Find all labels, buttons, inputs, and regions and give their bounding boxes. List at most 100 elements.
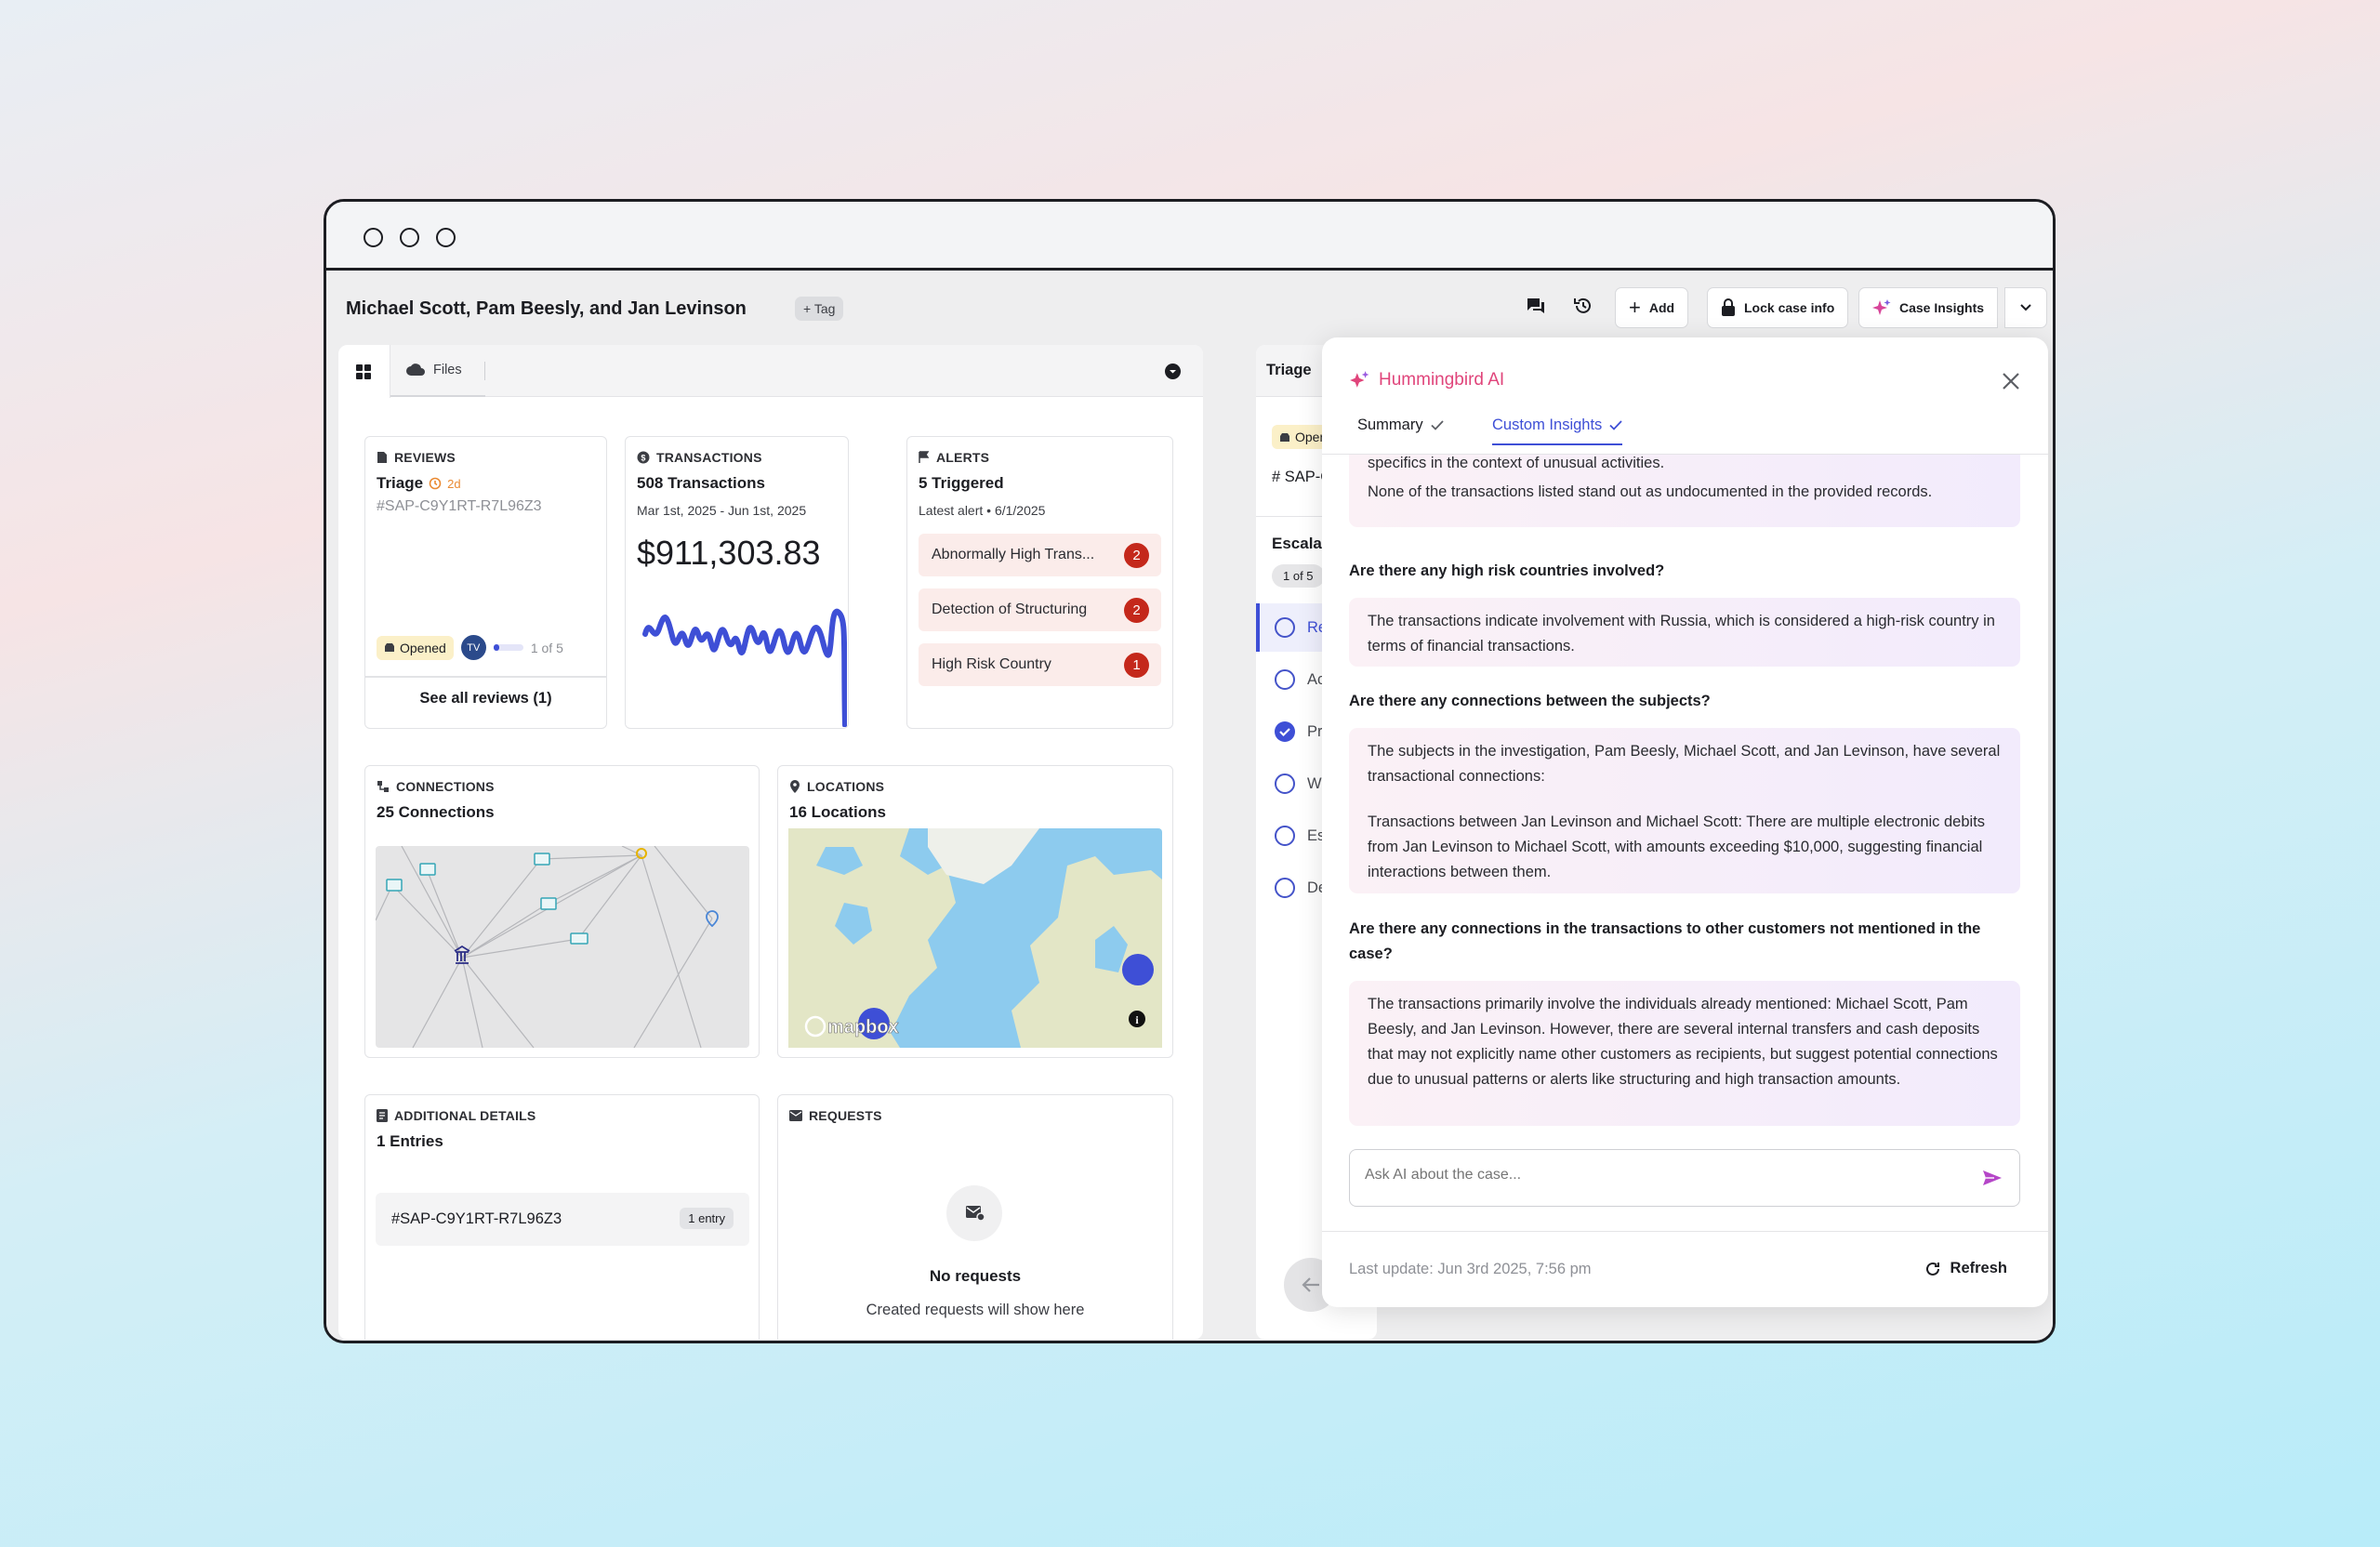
check-circle-icon <box>1275 721 1295 742</box>
alert-count-badge: 2 <box>1124 543 1149 568</box>
alert-item[interactable]: Abnormally High Trans... 2 <box>919 534 1161 576</box>
flag-icon <box>919 451 930 463</box>
sparkle-icon <box>1350 371 1369 388</box>
refresh-button[interactable]: Refresh <box>1924 1260 2007 1277</box>
transactions-count: 508 Transactions <box>637 474 765 492</box>
dollar-icon: $ <box>637 451 650 464</box>
locations-map[interactable]: mapbox i <box>788 828 1162 1048</box>
sparkle-icon <box>1872 299 1891 315</box>
ai-answer: The subjects in the investigation, Pam B… <box>1349 728 2020 893</box>
review-title: Triage <box>377 474 424 492</box>
transactions-sparkline <box>642 608 847 727</box>
grid-icon <box>356 364 371 379</box>
step-circle-icon <box>1275 617 1295 638</box>
case-title: Michael Scott, Pam Beesly, and Jan Levin… <box>346 298 747 319</box>
lock-case-info-button[interactable]: Lock case info <box>1707 287 1849 328</box>
svg-text:$: $ <box>641 454 645 463</box>
overview-panel: Files REVIEWS Triage 2d #SAP-C9Y1RT-R7L96… <box>338 345 1203 1340</box>
alert-count-badge: 2 <box>1124 598 1149 623</box>
ai-insights-panel: Hummingbird AI Summary Custom Insights s… <box>1322 337 2048 1307</box>
requests-empty-subtitle: Created requests will show here <box>866 1302 1085 1318</box>
additional-count: 1 Entries <box>377 1132 443 1150</box>
alerts-count: 5 Triggered <box>919 474 1004 492</box>
alert-count-badge: 1 <box>1124 653 1149 678</box>
avatar[interactable]: TV <box>460 635 486 660</box>
mapbox-attribution: mapbox <box>827 1017 899 1038</box>
browser-window: Michael Scott, Pam Beesly, and Jan Levin… <box>324 199 2056 1343</box>
window-titlebar <box>326 202 2053 271</box>
lock-icon <box>1722 298 1735 316</box>
alerts-latest: Latest alert • 6/1/2025 <box>919 503 1046 518</box>
review-age: 2d <box>447 476 461 491</box>
ai-answer: The transactions indicate involvement wi… <box>1349 598 2020 667</box>
review-title-row: Triage 2d <box>377 474 461 493</box>
comments-icon[interactable] <box>1525 295 1547 317</box>
section-progress-chip: 1 of 5 <box>1272 564 1325 588</box>
ai-question: Are there any connections between the su… <box>1349 693 1711 709</box>
divider <box>365 676 606 678</box>
tab-summary[interactable]: Summary <box>1357 416 1444 434</box>
insights-scroll-area[interactable]: specifics in the context of unusual acti… <box>1322 455 2048 1138</box>
add-tag-button[interactable]: + Tag <box>795 297 844 321</box>
locations-card: LOCATIONS 16 Locations mapbox i <box>777 765 1173 1058</box>
review-case-id: #SAP-C9Y1RT-R7L96Z3 <box>377 498 542 514</box>
ask-ai-input-box <box>1349 1149 2020 1207</box>
network-icon <box>377 781 389 792</box>
alerts-card: ALERTS 5 Triggered Latest alert • 6/1/20… <box>906 436 1173 729</box>
ai-answer: The transactions primarily involve the i… <box>1349 981 2020 1126</box>
history-icon[interactable] <box>1572 295 1594 317</box>
check-icon <box>1609 420 1622 430</box>
locations-count: 16 Locations <box>789 803 886 821</box>
map-pin-icon <box>790 780 800 793</box>
refresh-icon <box>1925 1262 1939 1276</box>
mail-icon <box>789 1110 802 1121</box>
additional-entry[interactable]: #SAP-C9Y1RT-R7L96Z3 1 entry <box>376 1193 749 1246</box>
reviews-header: REVIEWS <box>377 450 456 465</box>
ai-question: Are there any high risk countries involv… <box>1349 562 1665 579</box>
ask-ai-input[interactable] <box>1365 1167 1960 1183</box>
window-minimize-control[interactable] <box>400 228 419 247</box>
tab-custom-insights[interactable]: Custom Insights <box>1492 416 1623 445</box>
window-close-control[interactable] <box>364 228 383 247</box>
check-icon <box>1430 420 1444 430</box>
review-progress-text: 1 of 5 <box>530 640 563 655</box>
triage-title: Triage <box>1266 362 1312 378</box>
requests-empty-title: No requests <box>929 1267 1022 1285</box>
alert-item[interactable]: High Risk Country 1 <box>919 643 1161 686</box>
ai-answer: specifics in the context of unusual acti… <box>1349 455 2020 527</box>
see-all-reviews-link[interactable]: See all reviews (1) <box>365 690 606 707</box>
last-update-text: Last update: Jun 3rd 2025, 7:56 pm <box>1349 1261 1592 1277</box>
tab-files[interactable]: Files <box>390 345 485 397</box>
case-app: Michael Scott, Pam Beesly, and Jan Levin… <box>326 271 2053 1341</box>
tab-overview[interactable] <box>338 345 390 398</box>
chevron-down-icon <box>2020 304 2031 311</box>
arrow-left-icon <box>1302 1277 1319 1292</box>
case-insights-button[interactable]: Case Insights <box>1858 287 1999 328</box>
cloud-icon <box>406 364 425 376</box>
insights-dropdown-button[interactable] <box>2004 287 2047 328</box>
requests-empty-icon <box>946 1185 1002 1241</box>
step-circle-icon <box>1275 878 1295 898</box>
review-status-row: Opened TV 1 of 5 <box>377 635 563 660</box>
clock-icon <box>429 477 442 490</box>
alert-item[interactable]: Detection of Structuring 2 <box>919 588 1161 631</box>
step-circle-icon <box>1275 774 1295 794</box>
inbox-icon <box>385 643 394 652</box>
panel-tabs: Files <box>338 345 1203 398</box>
additional-details-card: ADDITIONAL DETAILS 1 Entries #SAP-C9Y1RT… <box>364 1094 760 1340</box>
connections-card: CONNECTIONS 25 Connections <box>364 765 760 1058</box>
step-circle-icon <box>1275 826 1295 846</box>
entry-count-badge: 1 entry <box>680 1208 734 1229</box>
caret-down-icon <box>1170 370 1176 374</box>
connections-graph[interactable] <box>376 846 749 1048</box>
connections-count: 25 Connections <box>377 803 495 821</box>
window-maximize-control[interactable] <box>436 228 456 247</box>
close-icon[interactable] <box>2002 372 2020 390</box>
send-icon[interactable] <box>1982 1170 2003 1186</box>
transactions-range: Mar 1st, 2025 - Jun 1st, 2025 <box>637 503 807 518</box>
add-button[interactable]: + Add <box>1615 287 1689 328</box>
panel-menu-button[interactable] <box>1165 364 1181 379</box>
requests-card: REQUESTS No requests Created requests wi… <box>777 1094 1173 1340</box>
status-badge: Opened <box>377 635 454 660</box>
transactions-card: $ TRANSACTIONS 508 Transactions Mar 1st, … <box>625 436 849 729</box>
